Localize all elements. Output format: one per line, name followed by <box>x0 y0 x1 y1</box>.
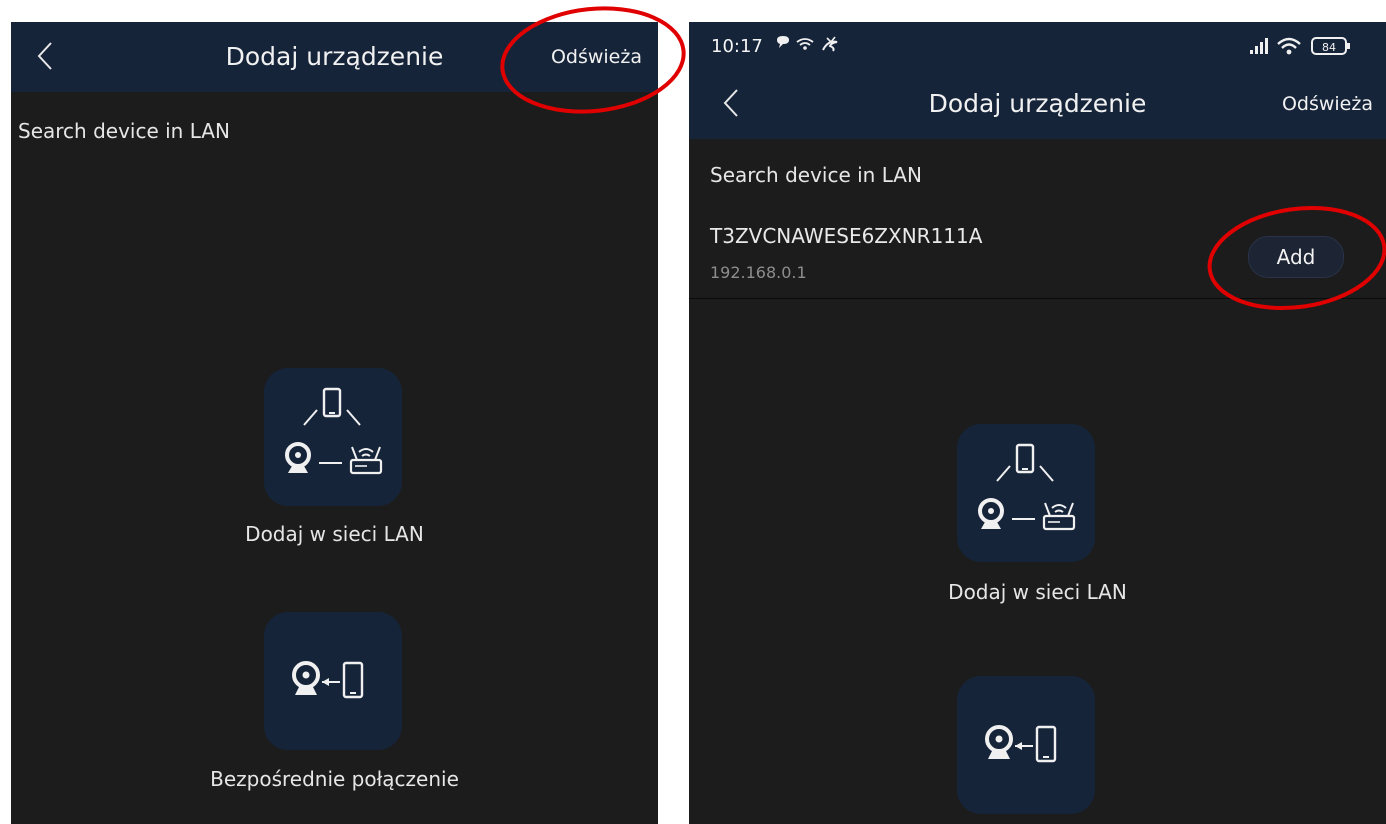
missed-call-icon <box>822 40 838 52</box>
add-lan-tile[interactable] <box>957 424 1095 562</box>
add-device-button[interactable]: Add <box>1248 236 1344 278</box>
direct-connection-icon <box>985 725 1057 763</box>
system-icons: 84 <box>1250 37 1350 55</box>
add-lan-label: Dodaj w sieci LAN <box>948 580 1127 604</box>
chat-bubble-icon <box>777 36 789 48</box>
lan-network-icon <box>978 443 1076 531</box>
device-id: T3ZVCNAWESE6ZXNR111A <box>710 224 983 248</box>
search-device-label: Search device in LAN <box>710 163 922 187</box>
add-lan-label: Dodaj w sieci LAN <box>245 522 424 546</box>
direct-connection-tile[interactable] <box>957 676 1095 814</box>
hotspot-icon <box>796 38 814 43</box>
refresh-button[interactable]: Odświeża <box>1282 93 1373 115</box>
direct-connection-label: Bezpośrednie połączenie <box>210 767 459 791</box>
battery-level: 84 <box>1322 41 1336 54</box>
device-list-item: T3ZVCNAWESE6ZXNR111A 192.168.0.1 Add <box>689 212 1386 299</box>
status-time: 10:17 <box>711 36 763 57</box>
direct-connection-tile[interactable] <box>264 612 402 750</box>
notification-icons <box>777 36 838 52</box>
app-header: 10:17 84 Dodaj urządzenie Odświeża <box>689 22 1386 139</box>
app-header: Dodaj urządzenie Odświeża <box>11 22 658 92</box>
search-device-label: Search device in LAN <box>18 119 230 143</box>
add-lan-tile[interactable] <box>264 368 402 506</box>
device-ip: 192.168.0.1 <box>710 263 807 282</box>
left-screen: Dodaj urządzenie Odświeża Search device … <box>11 22 658 824</box>
lan-network-icon <box>285 387 383 475</box>
direct-connection-icon <box>292 661 364 699</box>
status-bar: 10:17 84 <box>689 22 1386 70</box>
signal-icon <box>1250 50 1253 54</box>
right-screen: 10:17 84 Dodaj urządzenie Odświeża Searc… <box>689 22 1386 824</box>
refresh-button[interactable]: Odświeża <box>551 46 642 68</box>
wifi-icon <box>1277 37 1301 45</box>
